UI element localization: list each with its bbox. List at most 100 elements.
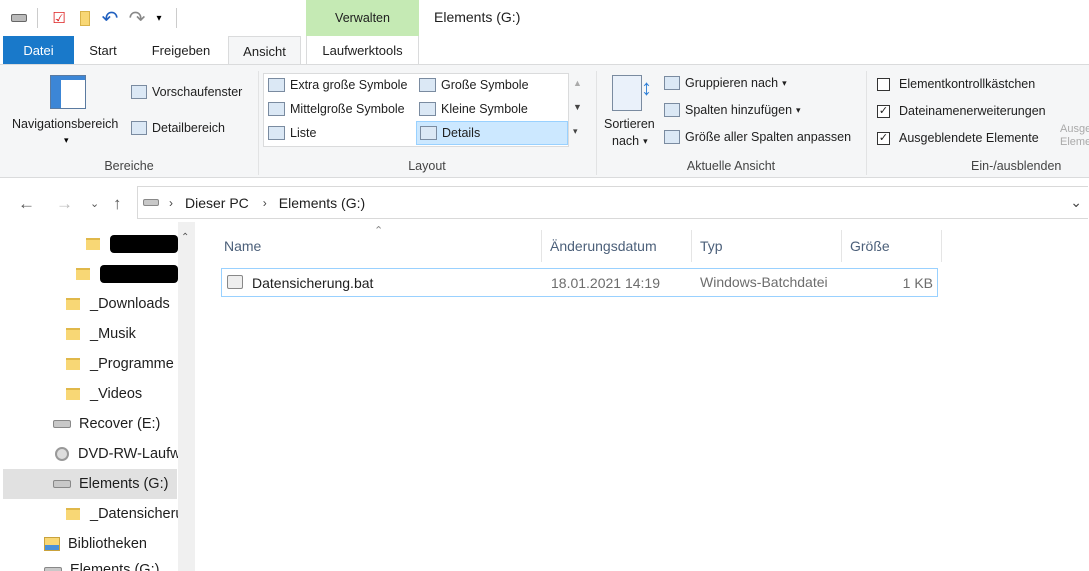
nav-item-dvd[interactable]: DVD-RW-Laufwerk bbox=[0, 439, 178, 469]
nav-item-programme[interactable]: _Programme bbox=[0, 349, 178, 379]
nav-item-videos[interactable]: _Videos bbox=[0, 379, 178, 409]
groesse-label: Größe aller Spalten anpassen bbox=[685, 130, 852, 144]
nav-item-recover[interactable]: Recover (E:) bbox=[0, 409, 178, 439]
nav-item-downloads[interactable]: _Downloads bbox=[0, 289, 178, 319]
preview-pane-icon bbox=[131, 85, 147, 99]
gallery-more-icon[interactable]: ▾ bbox=[573, 126, 578, 137]
column-header-name[interactable]: Name bbox=[216, 230, 542, 262]
customize-qat-icon[interactable]: ▾ bbox=[150, 9, 168, 27]
groesse-anpassen-button[interactable]: Größe aller Spalten anpassen bbox=[664, 130, 851, 144]
nav-label: _Videos bbox=[90, 386, 143, 402]
sort-arrows-icon: ↕ bbox=[641, 75, 652, 100]
nav-item-bibliotheken[interactable]: Bibliotheken bbox=[0, 529, 178, 559]
column-header-type[interactable]: Typ bbox=[692, 230, 842, 262]
nav-item-elements[interactable]: Elements (G:) bbox=[0, 559, 178, 571]
redacted-label bbox=[100, 265, 178, 283]
tab-datei[interactable]: Datei bbox=[3, 36, 74, 65]
layout-extra-gross[interactable]: Extra große Symbole bbox=[268, 78, 407, 92]
recent-locations-icon[interactable]: ⌄ bbox=[90, 197, 99, 210]
navigation-pane: _Downloads _Musik _Programme _Videos Rec… bbox=[0, 222, 178, 571]
address-dropdown-icon[interactable]: ⌄ bbox=[1070, 194, 1082, 211]
nav-item[interactable] bbox=[0, 229, 178, 259]
details-icon bbox=[420, 126, 437, 140]
chevron-down-icon[interactable]: ▾ bbox=[64, 135, 69, 146]
undo-icon[interactable]: ↶ bbox=[101, 8, 119, 30]
sortieren-nach[interactable]: nach ▾ bbox=[612, 134, 648, 148]
nav-item-datensicherung[interactable]: _Datensicherung bbox=[0, 499, 178, 529]
folder-icon bbox=[66, 358, 80, 370]
size-columns-icon bbox=[664, 130, 680, 144]
layout-details[interactable]: Details bbox=[416, 121, 568, 145]
file-name[interactable]: Datensicherung.bat bbox=[252, 269, 542, 296]
nav-item-musik[interactable]: _Musik bbox=[0, 319, 178, 349]
medium-icons-icon bbox=[268, 102, 285, 116]
column-header-date[interactable]: Änderungsdatum bbox=[542, 230, 692, 262]
ribbon-tabs: Datei Start Freigeben Ansicht Laufwerkto… bbox=[0, 36, 1089, 66]
new-folder-icon[interactable] bbox=[76, 9, 94, 27]
group-by-icon bbox=[664, 76, 680, 90]
forward-icon[interactable]: → bbox=[56, 194, 73, 214]
window-title: Elements (G:) bbox=[434, 9, 521, 25]
dvd-drive-icon bbox=[55, 447, 69, 461]
tab-laufwerktools[interactable]: Laufwerktools bbox=[306, 36, 419, 65]
batch-file-icon bbox=[227, 275, 243, 289]
layout-liste[interactable]: Liste bbox=[268, 126, 316, 140]
vorschaufenster-button[interactable]: Vorschaufenster bbox=[131, 85, 242, 99]
group-label-aktuelle-ansicht: Aktuelle Ansicht bbox=[686, 159, 776, 173]
qat-separator bbox=[37, 8, 38, 28]
navigationsbereich-label: Navigationsbereich bbox=[12, 117, 119, 131]
spalten-hinzufuegen-button[interactable]: Spalten hinzufügen ▾ bbox=[664, 103, 801, 117]
gruppieren-button[interactable]: Gruppieren nach ▾ bbox=[664, 76, 787, 90]
nav-label: _Programme bbox=[90, 356, 174, 372]
checkmark-icon: ✓ bbox=[877, 131, 890, 145]
extra-large-icons-icon bbox=[268, 78, 285, 92]
detailbereich-button[interactable]: Detailbereich bbox=[131, 121, 225, 135]
table-row[interactable]: Datensicherung.bat 18.01.2021 14:19 Wind… bbox=[221, 268, 938, 297]
folder-icon bbox=[86, 238, 100, 250]
group-label-layout: Layout bbox=[408, 159, 446, 173]
layout-label: Große Symbole bbox=[441, 78, 529, 92]
layout-mittelgross[interactable]: Mittelgroße Symbole bbox=[268, 102, 405, 116]
checkbox-label: Elementkontrollkästchen bbox=[899, 77, 1036, 91]
ausgewaehlte-elemente-button[interactable]: Ausgewählte ElementeEleme bbox=[1060, 123, 1089, 149]
nav-label: Bibliotheken bbox=[68, 536, 147, 552]
context-tab-header: Verwalten bbox=[306, 0, 419, 36]
layout-klein[interactable]: Kleine Symbole bbox=[419, 102, 528, 116]
checkbox-elementkontrollkaestchen[interactable]: Elementkontrollkästchen bbox=[877, 77, 1035, 91]
nav-pane-scrollbar[interactable]: ⌃ bbox=[178, 222, 195, 571]
file-date: 18.01.2021 14:19 bbox=[551, 274, 660, 291]
chevron-down-icon: ▾ bbox=[796, 104, 801, 115]
column-header-size[interactable]: Größe bbox=[842, 230, 942, 262]
gallery-up-icon[interactable]: ▲ bbox=[573, 78, 582, 88]
nav-label: _Downloads bbox=[90, 296, 170, 312]
breadcrumb-elements[interactable]: Elements (G:) bbox=[279, 195, 365, 211]
scroll-up-icon[interactable]: ⌃ bbox=[181, 232, 189, 243]
redo-icon[interactable]: ↷ bbox=[128, 8, 146, 30]
small-icons-icon bbox=[419, 102, 436, 116]
nav-label: Elements (G:) bbox=[79, 476, 169, 492]
nav-label: Recover (E:) bbox=[79, 416, 161, 432]
checkbox-label: Dateinamenerweiterungen bbox=[899, 104, 1046, 118]
properties-icon[interactable]: ☑ bbox=[50, 9, 68, 27]
sortieren-button[interactable]: Sortieren bbox=[604, 117, 655, 131]
redacted-label bbox=[110, 235, 178, 253]
nav-item-elements-selected[interactable]: Elements (G:) bbox=[3, 469, 177, 499]
tab-freigeben[interactable]: Freigeben bbox=[141, 36, 221, 65]
tab-start[interactable]: Start bbox=[78, 36, 128, 65]
back-icon[interactable]: ← bbox=[18, 194, 35, 214]
tab-ansicht[interactable]: Ansicht bbox=[228, 36, 301, 66]
gallery-down-icon[interactable]: ▼ bbox=[573, 102, 582, 112]
nav-label: _Datensicherung bbox=[90, 506, 178, 522]
layout-gross[interactable]: Große Symbole bbox=[419, 78, 529, 92]
qat-separator bbox=[176, 8, 177, 28]
sort-icon bbox=[612, 75, 642, 111]
navigationsbereich-button[interactable]: Navigationsbereich bbox=[12, 117, 118, 131]
checkbox-dateinamenerweiterungen[interactable]: ✓ Dateinamenerweiterungen bbox=[877, 104, 1046, 118]
nav-item[interactable] bbox=[0, 259, 178, 289]
up-icon[interactable]: ↑ bbox=[113, 194, 122, 214]
checkbox-ausgeblendete-elemente[interactable]: ✓ Ausgeblendete Elemente bbox=[877, 131, 1039, 145]
folder-icon bbox=[76, 268, 90, 280]
breadcrumb-dieser-pc[interactable]: Dieser PC bbox=[185, 195, 249, 211]
ribbon: Navigationsbereich ▾ Vorschaufenster Det… bbox=[0, 64, 1089, 178]
address-bar[interactable]: › Dieser PC › Elements (G:) ⌄ bbox=[137, 186, 1088, 219]
